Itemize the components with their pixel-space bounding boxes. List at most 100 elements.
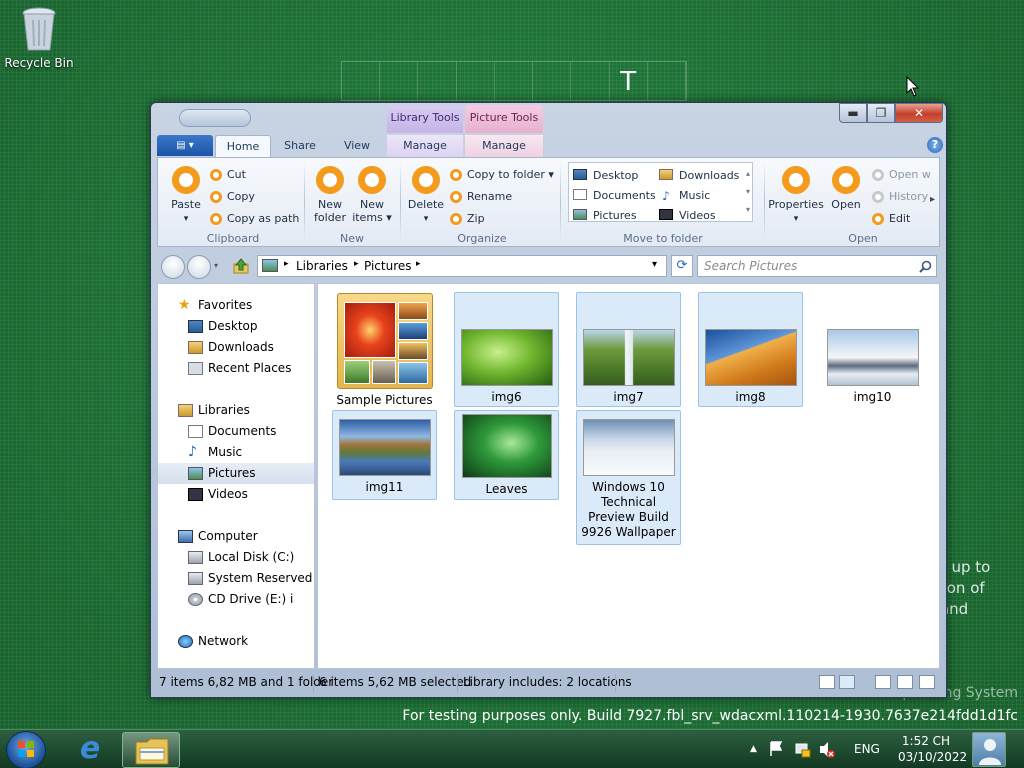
input-language[interactable]: ENG (854, 730, 880, 768)
file-img11[interactable]: img11 (332, 410, 437, 500)
forward-button[interactable] (187, 255, 211, 279)
tab-home[interactable]: Home (215, 135, 271, 157)
move-to-downloads[interactable]: Downloads (659, 169, 739, 182)
nav-pictures[interactable]: Pictures (158, 463, 314, 484)
address-history-dropdown[interactable]: ▾ (652, 259, 657, 270)
nav-local-disk[interactable]: Local Disk (C:) (158, 547, 314, 568)
thumbnail-image (460, 329, 553, 386)
properties-button[interactable]: Properties ▾ (768, 166, 824, 226)
explorer-window[interactable]: Library Tools Picture Tools ▬ ❐ ✕ ▤ ▾ Ho… (150, 102, 947, 698)
nav-libraries[interactable]: Libraries (158, 400, 314, 421)
zip-icon (450, 213, 462, 225)
show-hidden-icons-button[interactable]: ▲ (750, 730, 757, 768)
nav-desktop[interactable]: Desktop (158, 316, 314, 337)
nav-documents[interactable]: Documents (158, 421, 314, 442)
search-icon[interactable] (919, 260, 932, 273)
nav-downloads[interactable]: Downloads (158, 337, 314, 358)
nav-network[interactable]: Network (158, 631, 314, 652)
file-leaves[interactable]: Leaves (454, 410, 559, 500)
search-input[interactable]: Search Pictures (697, 255, 937, 277)
music-icon: ♪ (662, 189, 670, 203)
file-img6[interactable]: img6 (454, 292, 559, 407)
pictures-location-icon (262, 259, 278, 272)
layout-preview-button[interactable] (875, 675, 891, 689)
history-button[interactable]: History (872, 190, 928, 204)
close-button[interactable]: ✕ (895, 103, 943, 123)
folder-sample-pictures[interactable]: Sample Pictures (332, 292, 437, 407)
recycle-bin[interactable]: Recycle Bin (4, 6, 74, 70)
details-view-button[interactable] (819, 675, 835, 689)
open-button[interactable]: Open (826, 166, 866, 211)
up-arrow-icon[interactable] (233, 258, 249, 274)
refresh-button[interactable]: ⟳ (671, 255, 693, 277)
address-bar[interactable]: ▸ Libraries ▸ Pictures ▸ ▾ (257, 255, 667, 277)
delete-icon (412, 166, 440, 194)
minimize-button[interactable]: ▬ (839, 103, 867, 123)
move-to-videos[interactable]: Videos (659, 209, 716, 222)
item-label: img8 (735, 390, 766, 404)
cut-button[interactable]: Cut (210, 168, 246, 182)
move-to-music[interactable]: ♪ Music (659, 189, 710, 202)
edit-button[interactable]: Edit (872, 212, 910, 226)
zip-button[interactable]: Zip (450, 212, 485, 226)
rename-icon (450, 191, 462, 203)
delete-button[interactable]: Delete ▾ (406, 166, 446, 226)
volume-muted-icon[interactable] (818, 730, 836, 768)
file-menu-button[interactable]: ▤ ▾ (157, 135, 213, 156)
nav-computer[interactable]: Computer (158, 526, 314, 547)
copy-button[interactable]: Copy (210, 190, 255, 204)
user-avatar-button[interactable] (972, 732, 1006, 767)
move-to-desktop[interactable]: Desktop (573, 169, 638, 182)
nav-music[interactable]: ♪ Music (158, 442, 314, 463)
group-label-move-to: Move to folder (623, 232, 703, 245)
back-button[interactable] (161, 255, 185, 279)
rename-button[interactable]: Rename (450, 190, 512, 204)
layout-nav-pane-button[interactable] (919, 675, 935, 689)
network-status-icon[interactable] (794, 730, 812, 768)
file-img7[interactable]: img7 (576, 292, 681, 407)
nav-recent-places[interactable]: Recent Places (158, 358, 314, 379)
file-windows10-wallpaper[interactable]: Windows 10 Technical Preview Build 9926 … (576, 410, 681, 545)
quick-access-toolbar[interactable] (179, 109, 251, 127)
ribbon-tabs: ▤ ▾ Home Share View Manage Manage ? (157, 133, 943, 157)
tab-manage-library[interactable]: Manage (387, 135, 463, 157)
group-label-new: New (340, 232, 364, 245)
title-bar[interactable]: Library Tools Picture Tools ▬ ❐ ✕ (151, 103, 946, 133)
nav-system-reserved[interactable]: System Reserved (D: (158, 568, 314, 589)
tab-manage-picture[interactable]: Manage (465, 135, 543, 157)
tab-view[interactable]: View (329, 135, 385, 157)
status-selection: 6 items 5,62 MB selected (319, 675, 472, 689)
tab-share[interactable]: Share (275, 135, 325, 157)
copy-to-folder-button[interactable]: Copy to folder ▾ (450, 168, 554, 182)
file-img10[interactable]: img10 (820, 292, 925, 407)
move-to-pictures[interactable]: Pictures (573, 209, 637, 222)
group-label-clipboard: Clipboard (206, 232, 260, 245)
internet-explorer-icon[interactable]: e (70, 734, 110, 766)
open-with-button[interactable]: Open w (872, 168, 931, 182)
ribbon-scroll-right[interactable]: ▸ (930, 194, 935, 205)
edit-icon (872, 213, 884, 225)
nav-videos[interactable]: Videos (158, 484, 314, 505)
breadcrumb-libraries[interactable]: Libraries (296, 259, 348, 273)
file-img8[interactable]: img8 (698, 292, 803, 407)
nav-favorites[interactable]: ★ Favorites (158, 295, 314, 316)
taskbar-explorer-button[interactable] (122, 732, 180, 768)
paste-button[interactable]: Paste ▾ (168, 166, 204, 226)
copy-as-path-button[interactable]: Copy as path (210, 212, 299, 226)
clock[interactable]: 1:52 CH 03/10/2022 (898, 733, 967, 765)
new-items-button[interactable]: New items ▾ (352, 166, 392, 224)
large-icons-view-button[interactable] (839, 675, 855, 689)
nav-cd-drive[interactable]: CD Drive (E:) i (158, 589, 314, 610)
pictures-icon (573, 209, 587, 220)
action-center-flag-icon[interactable] (768, 730, 784, 768)
move-to-documents[interactable]: Documents (573, 189, 656, 202)
taskbar: e ▲ ENG 1:52 CH 03/10/2022 (0, 729, 1024, 768)
recent-locations-dropdown[interactable]: ▾ (214, 261, 218, 270)
layout-details-pane-button[interactable] (897, 675, 913, 689)
maximize-button[interactable]: ❐ (867, 103, 895, 123)
gallery-scroll[interactable]: ▴ ▾ ▾ (743, 165, 753, 221)
breadcrumb-pictures[interactable]: Pictures (364, 259, 412, 273)
start-button[interactable] (6, 731, 46, 768)
help-icon[interactable]: ? (927, 137, 943, 153)
new-folder-button[interactable]: New folder (310, 166, 350, 224)
